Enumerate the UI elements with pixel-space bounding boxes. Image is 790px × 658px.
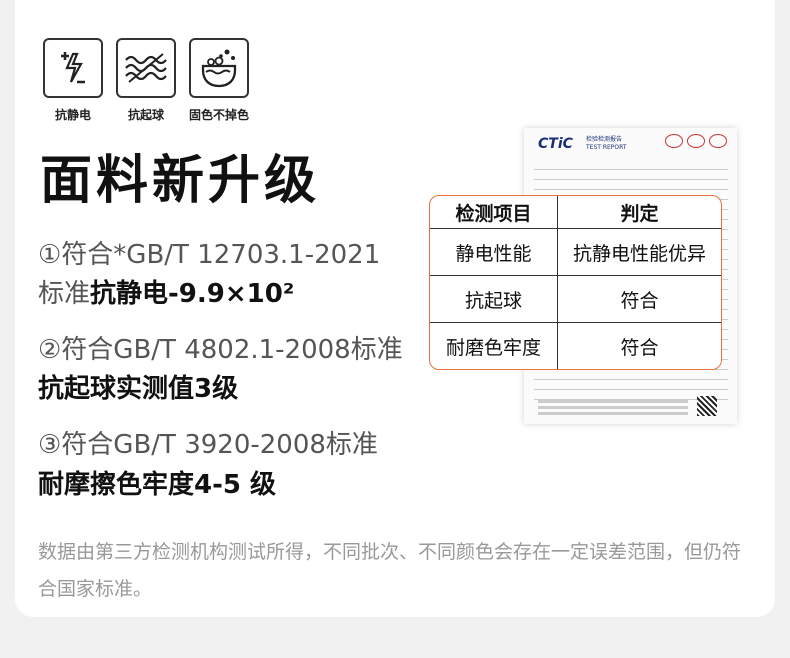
spec2-line1: ②符合GB/T 4802.1-2008标准 — [38, 335, 403, 365]
report-title: 检验检测报告 TEST REPORT — [586, 136, 627, 152]
report-brand: CTiC — [538, 136, 573, 152]
feature-antistatic: 抗静电 — [37, 38, 109, 123]
report-title-en: TEST REPORT — [586, 144, 627, 151]
row-item: 抗起球 — [430, 276, 558, 323]
spec1-line1: ①符合*GB/T 12703.1-2021 — [38, 240, 381, 270]
feature-icons: 抗静电 抗起球 固色不掉色 — [37, 38, 256, 123]
spec3-line1: ③符合GB/T 3920-2008标准 — [38, 430, 378, 460]
qr-code-icon — [697, 396, 717, 416]
spec3-value: 耐摩擦色牢度4-5 级 — [38, 470, 277, 500]
page-title: 面料新升级 — [40, 151, 321, 211]
feature-label: 固色不掉色 — [188, 108, 249, 122]
spec3-line2: 耐摩擦色牢度4-5 级 — [38, 464, 276, 501]
table-row: 静电性能 抗静电性能优异 — [430, 229, 721, 276]
cnas-badge-icon — [709, 134, 727, 148]
table-row: 耐磨色牢度 符合 — [430, 323, 721, 369]
spec2-value: 抗起球实测值3级 — [38, 374, 239, 404]
antistatic-icon — [43, 38, 103, 98]
spec1-prefix: 标准 — [38, 279, 91, 309]
feature-label: 抗静电 — [54, 108, 91, 122]
colorfast-icon — [189, 38, 249, 98]
row-verdict: 抗静电性能优异 — [558, 229, 721, 276]
spec1-line2: 标准抗静电-9.9×10² — [38, 273, 294, 310]
result-table: 检测项目 判定 静电性能 抗静电性能优异 抗起球 符合 耐磨色牢度 符合 — [429, 195, 722, 370]
disclaimer-note: 数据由第三方检测机构测试所得，不同批次、不同颜色会存在一定误差范围，但仍符合国家… — [38, 541, 742, 600]
spec2-line2: 抗起球实测值3级 — [38, 368, 238, 405]
report-footer — [538, 400, 688, 418]
row-item: 静电性能 — [430, 229, 558, 276]
row-verdict: 符合 — [558, 276, 721, 323]
feature-label: 抗起球 — [127, 108, 164, 122]
feature-colorfast: 固色不掉色 — [183, 38, 255, 123]
ma-badge-icon — [665, 134, 683, 148]
spec1-value: 抗静电-9.9×10² — [90, 279, 295, 309]
ilac-badge-icon — [687, 134, 705, 148]
row-item: 耐磨色牢度 — [430, 323, 558, 369]
anti-pilling-icon — [116, 38, 176, 98]
header-item: 检测项目 — [430, 196, 558, 229]
table-header-row: 检测项目 判定 — [430, 196, 721, 229]
row-verdict: 符合 — [620, 336, 659, 359]
header-verdict: 判定 — [558, 196, 721, 229]
certification-badges — [665, 134, 727, 148]
feature-anti-pilling: 抗起球 — [110, 38, 182, 123]
report-title-cn: 检验检测报告 — [586, 136, 623, 143]
table-row: 抗起球 符合 — [430, 276, 721, 323]
